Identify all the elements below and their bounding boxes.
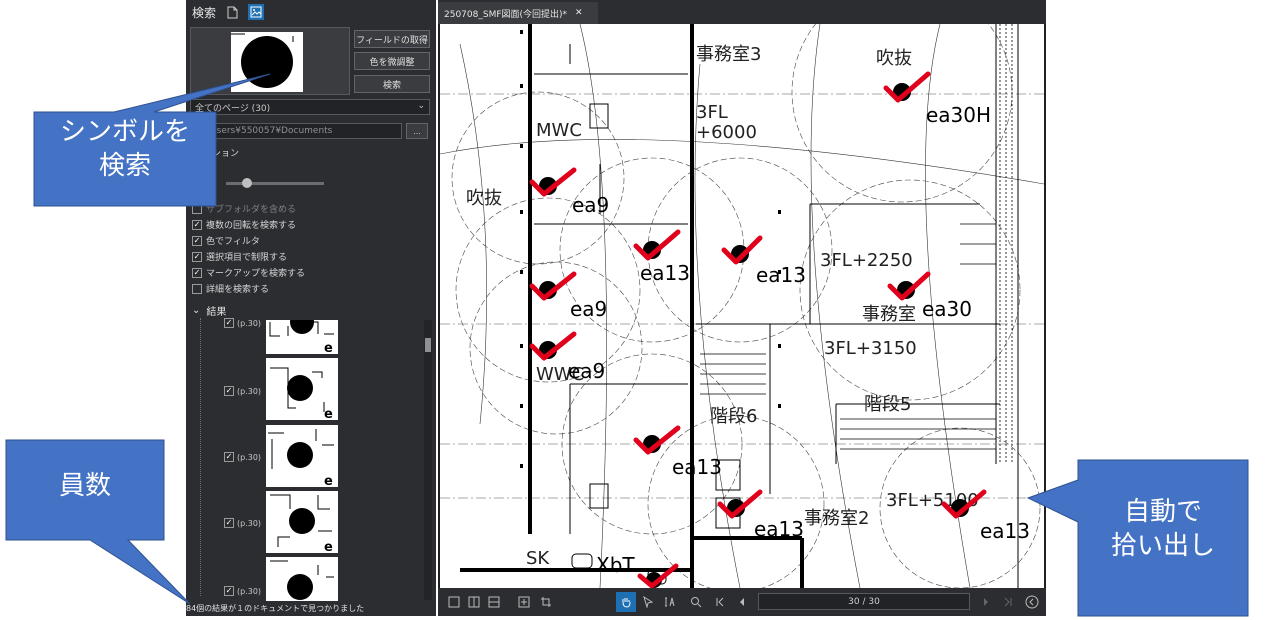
callout-auto-pick-line2: 拾い出し xyxy=(1110,530,1215,561)
screenshot-stage: 検索 フィールドの取得 色を微調整 検索 全てのページ (30) ⌄ C:¥Us… xyxy=(0,0,1280,620)
callout-symbol-search-line2: 検索 xyxy=(98,150,151,181)
callout-auto-pick: 自動で 拾い出し xyxy=(1078,496,1248,564)
callout-symbol-search-line1: シンボルを xyxy=(59,117,190,147)
callout-symbol-search: シンボルを 検索 xyxy=(34,116,216,184)
callout-count-shape xyxy=(5,439,191,605)
callout-auto-pick-line1: 自動で xyxy=(1123,497,1202,527)
callout-count: 員数 xyxy=(6,470,164,504)
callout-count-text: 員数 xyxy=(58,471,111,501)
